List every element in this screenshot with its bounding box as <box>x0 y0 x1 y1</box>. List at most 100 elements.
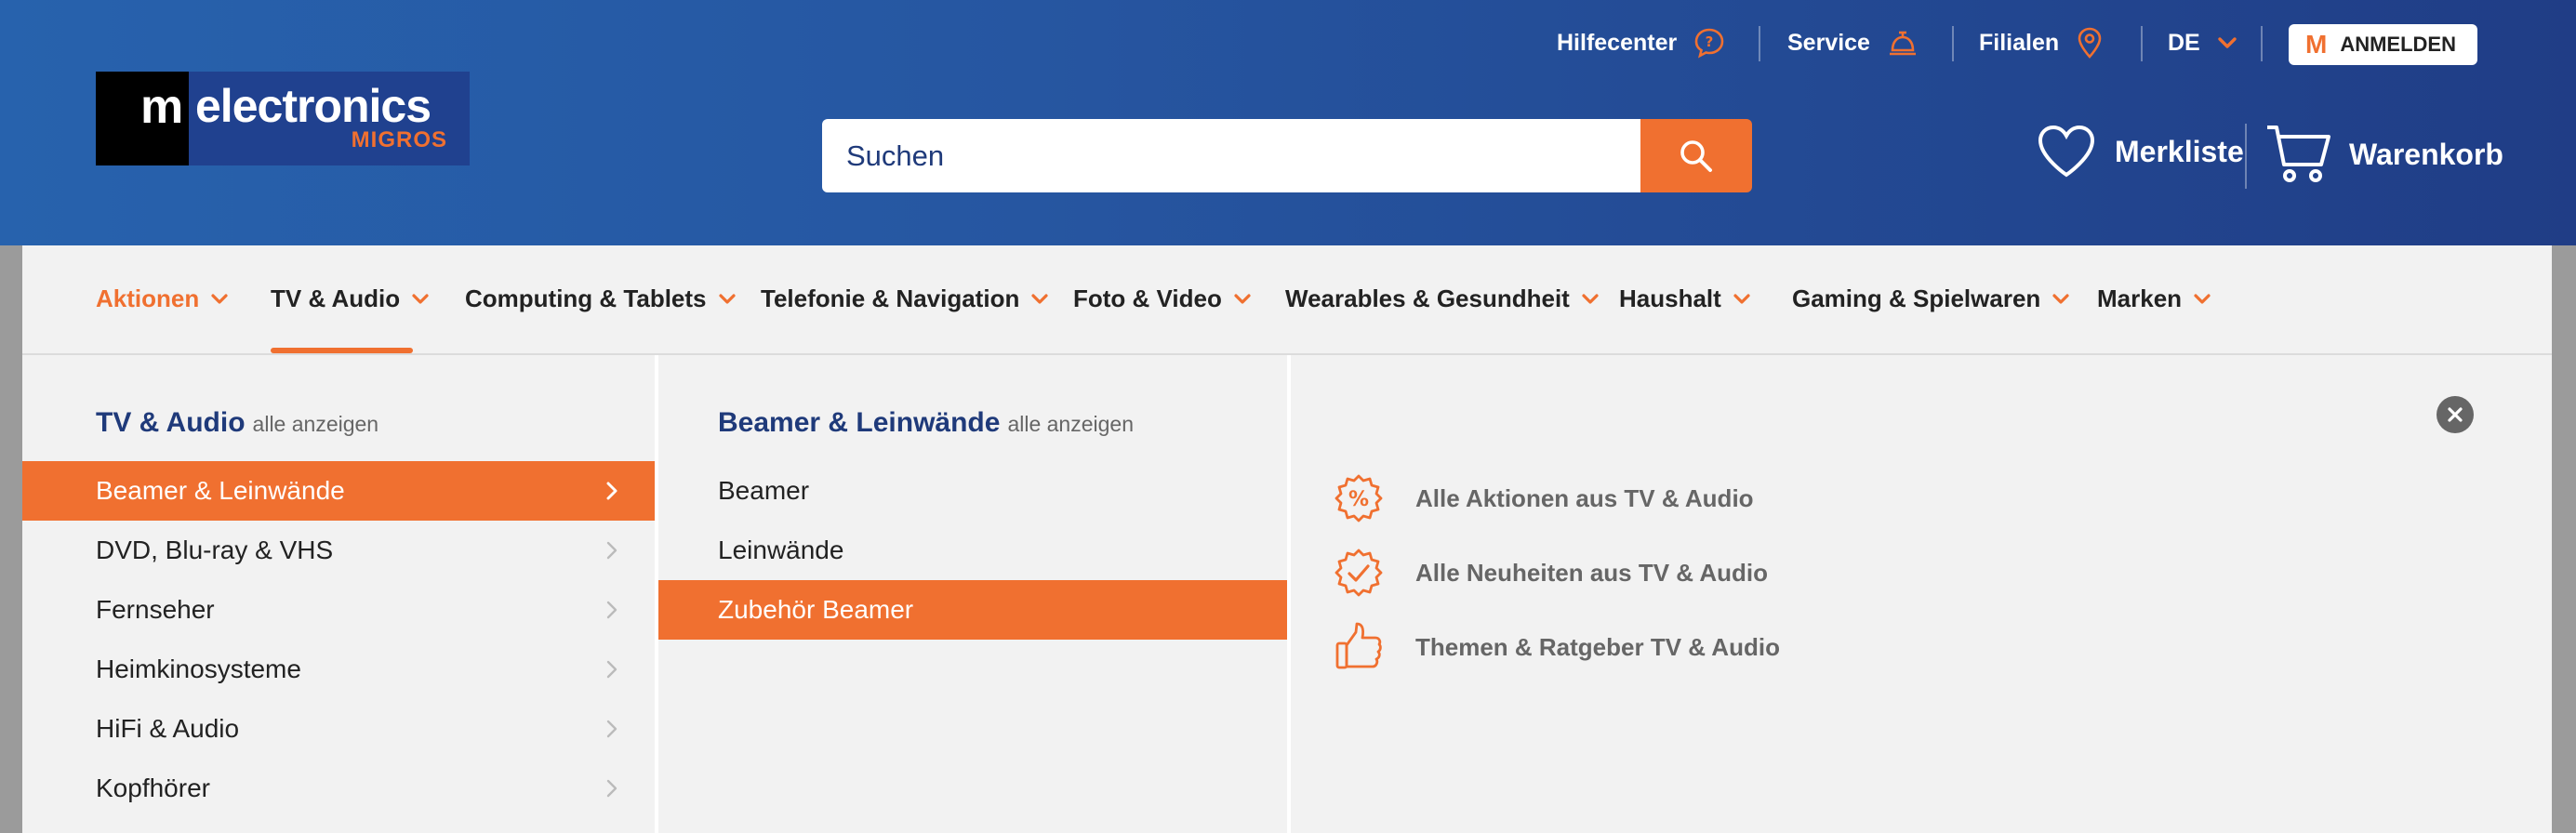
category-gaming-spielwaren[interactable]: Gaming & Spielwaren <box>1792 284 2070 313</box>
promo-link-label: Alle Aktionen aus TV & Audio <box>1415 483 1754 512</box>
category-label: Marken <box>2097 284 2183 312</box>
list-item-label: Leinwände <box>718 536 844 564</box>
list-item-label: Fernseher <box>96 595 215 624</box>
category-label: Haushalt <box>1619 284 1721 312</box>
chevron-right-icon <box>606 541 617 560</box>
list-item-label: Zubehör Beamer <box>718 595 914 624</box>
list-item[interactable]: Heimkinosysteme <box>22 640 655 699</box>
melectronics-logo[interactable]: m electronics MIGROS <box>96 72 470 165</box>
search-bar <box>822 119 1752 192</box>
chevron-down-icon <box>1031 294 1048 304</box>
column-title-label: TV & Audio <box>96 407 246 438</box>
site-header: m electronics MIGROS Hilfecenter ? Servi… <box>0 0 2576 245</box>
chevron-right-icon <box>606 779 617 798</box>
topnav-divider <box>1952 26 1954 61</box>
list-item-label: Heimkinosysteme <box>96 654 301 683</box>
chevron-right-icon <box>606 660 617 679</box>
category-marken[interactable]: Marken <box>2097 284 2211 313</box>
list-item[interactable]: Kopfhörer <box>22 759 655 818</box>
topnav-divider <box>2261 26 2263 61</box>
column-title-label: Beamer & Leinwände <box>718 407 1001 438</box>
search-button[interactable] <box>1640 119 1752 192</box>
column-title: Beamer & Leinwände alle anzeigen <box>718 407 1134 439</box>
logo-brand: electronics <box>195 80 432 132</box>
cart-label: Warenkorb <box>2349 137 2503 171</box>
chevron-down-icon <box>412 294 429 304</box>
category-telefonie-navigation[interactable]: Telefonie & Navigation <box>761 284 1049 313</box>
cart-link[interactable]: Warenkorb <box>2265 124 2503 185</box>
category-label: Telefonie & Navigation <box>761 284 1020 312</box>
show-all-link[interactable]: alle anzeigen <box>253 412 379 436</box>
category-label: Wearables & Gesundheit <box>1285 284 1570 312</box>
svg-text:%: % <box>1348 488 1369 511</box>
login-label: ANMELDEN <box>2340 33 2456 56</box>
category-haushalt[interactable]: Haushalt <box>1619 284 1751 313</box>
category-label: Gaming & Spielwaren <box>1792 284 2041 312</box>
list-item[interactable]: Beamer & Leinwände <box>22 461 655 521</box>
header-divider <box>2245 124 2247 189</box>
promo-link-label: Themen & Ratgeber TV & Audio <box>1415 632 1780 661</box>
list-item[interactable]: Zubehör Beamer <box>658 580 1287 640</box>
service-link[interactable]: Service <box>1787 20 1919 65</box>
list-item-label: Kopfhörer <box>96 774 210 802</box>
svg-text:?: ? <box>1706 33 1714 50</box>
category-computing-tablets[interactable]: Computing & Tablets <box>465 284 737 313</box>
service-label: Service <box>1787 29 1870 56</box>
category-label: TV & Audio <box>271 284 401 312</box>
category-aktionen[interactable]: Aktionen <box>96 284 229 313</box>
close-icon <box>2448 407 2463 422</box>
category-foto-video[interactable]: Foto & Video <box>1073 284 1252 313</box>
list-item[interactable]: HiFi & Audio <box>22 699 655 759</box>
list-item[interactable]: DVD, Blu-ray & VHS <box>22 521 655 580</box>
category-label: Computing & Tablets <box>465 284 707 312</box>
close-menu-button[interactable] <box>2437 396 2474 433</box>
check-badge-icon <box>1334 549 1383 597</box>
language-selector[interactable]: DE <box>2168 20 2237 65</box>
chevron-right-icon <box>606 482 617 500</box>
topnav-divider <box>2141 26 2143 61</box>
category-label: Foto & Video <box>1073 284 1222 312</box>
thumbs-up-icon <box>1335 622 1382 669</box>
logo-sub: MIGROS <box>351 127 447 152</box>
list-item[interactable]: Leinwände <box>658 521 1287 580</box>
chevron-down-icon <box>2218 37 2237 48</box>
chevron-right-icon <box>606 601 617 619</box>
promo-link-aktionen[interactable]: % Alle Aktionen aus TV & Audio <box>1334 472 1754 524</box>
service-bell-icon <box>1889 31 1916 56</box>
chevron-down-icon <box>2052 294 2069 304</box>
stores-label: Filialen <box>1979 29 2060 56</box>
chevron-down-icon <box>1733 294 1750 304</box>
login-button[interactable]: M ANMELDEN <box>2289 24 2477 65</box>
chevron-down-icon <box>211 294 228 304</box>
migros-m-icon: M <box>2305 30 2328 59</box>
stores-link[interactable]: Filialen <box>1979 20 2104 65</box>
category-tv-audio[interactable]: TV & Audio <box>271 284 430 313</box>
search-icon <box>1680 139 1712 172</box>
list-item[interactable]: Beamer <box>658 461 1287 521</box>
list-item-label: Beamer & Leinwände <box>96 476 345 505</box>
chevron-down-icon <box>1582 294 1599 304</box>
location-pin-icon <box>2078 27 2102 59</box>
help-center-link[interactable]: Hilfecenter ? <box>1557 20 1725 65</box>
mega-menu-panel: Aktionen TV & Audio Computing & Tablets … <box>22 245 2552 833</box>
percent-badge-icon: % <box>1334 474 1383 522</box>
subcategory-column: TV & Audio alle anzeigen Beamer & Leinwän… <box>22 355 658 833</box>
chevron-right-icon <box>606 720 617 738</box>
logo-m: m <box>140 80 183 134</box>
help-center-label: Hilfecenter <box>1557 29 1678 56</box>
promo-link-neuheiten[interactable]: Alle Neuheiten aus TV & Audio <box>1334 547 1768 599</box>
promo-link-ratgeber[interactable]: Themen & Ratgeber TV & Audio <box>1334 621 1780 673</box>
category-nav: Aktionen TV & Audio Computing & Tablets … <box>22 245 2552 355</box>
wishlist-link[interactable]: Merkliste <box>2037 124 2244 179</box>
chevron-down-icon <box>718 294 736 304</box>
language-label: DE <box>2168 29 2200 56</box>
list-item[interactable]: Fernseher <box>22 580 655 640</box>
heart-icon <box>2038 125 2095 178</box>
show-all-link[interactable]: alle anzeigen <box>1007 412 1134 436</box>
search-input[interactable] <box>822 119 1640 192</box>
subsubcategory-column: Beamer & Leinwände alle anzeigen Beamer L… <box>658 355 1291 833</box>
category-wearables-gesundheit[interactable]: Wearables & Gesundheit <box>1285 284 1600 313</box>
cart-icon <box>2267 126 2330 182</box>
wishlist-label: Merkliste <box>2115 134 2244 168</box>
chevron-down-icon <box>2194 294 2211 304</box>
